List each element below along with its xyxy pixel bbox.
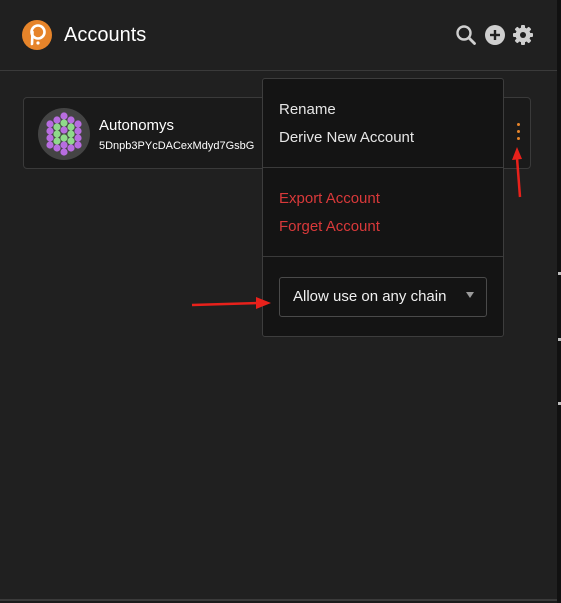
search-icon[interactable] [455,24,477,46]
account-name: Autonomys [99,117,175,134]
menu-divider [263,167,503,168]
add-circle-icon[interactable] [484,24,506,46]
identicon-avatar [38,108,90,160]
polkadot-logo-icon [22,20,52,50]
export-account-menu-item[interactable]: Export Account [279,190,380,207]
gear-icon[interactable] [512,24,534,46]
extension-popup: Accounts Autonomys 5Dnpb3PYcDACexMdyd7Gs… [0,0,559,601]
menu-divider [263,256,503,257]
chain-select-value: Allow use on any chain [293,288,447,305]
annotation-arrow-right [191,297,271,309]
annotation-arrow-up [512,147,522,198]
chain-select-dropdown[interactable]: Allow use on any chain [279,277,487,317]
derive-new-account-menu-item[interactable]: Derive New Account [279,129,414,146]
page-title: Accounts [64,24,147,46]
chevron-down-icon [466,292,474,298]
rename-menu-item[interactable]: Rename [279,101,336,118]
account-options-menu: Rename Derive New Account Export Account… [262,78,504,337]
kebab-menu-icon[interactable] [513,123,523,147]
forget-account-menu-item[interactable]: Forget Account [279,218,380,235]
background-edge [557,0,561,603]
account-address: 5Dnpb3PYcDACexMdyd7GsbG [99,140,255,152]
header: Accounts [0,0,557,71]
